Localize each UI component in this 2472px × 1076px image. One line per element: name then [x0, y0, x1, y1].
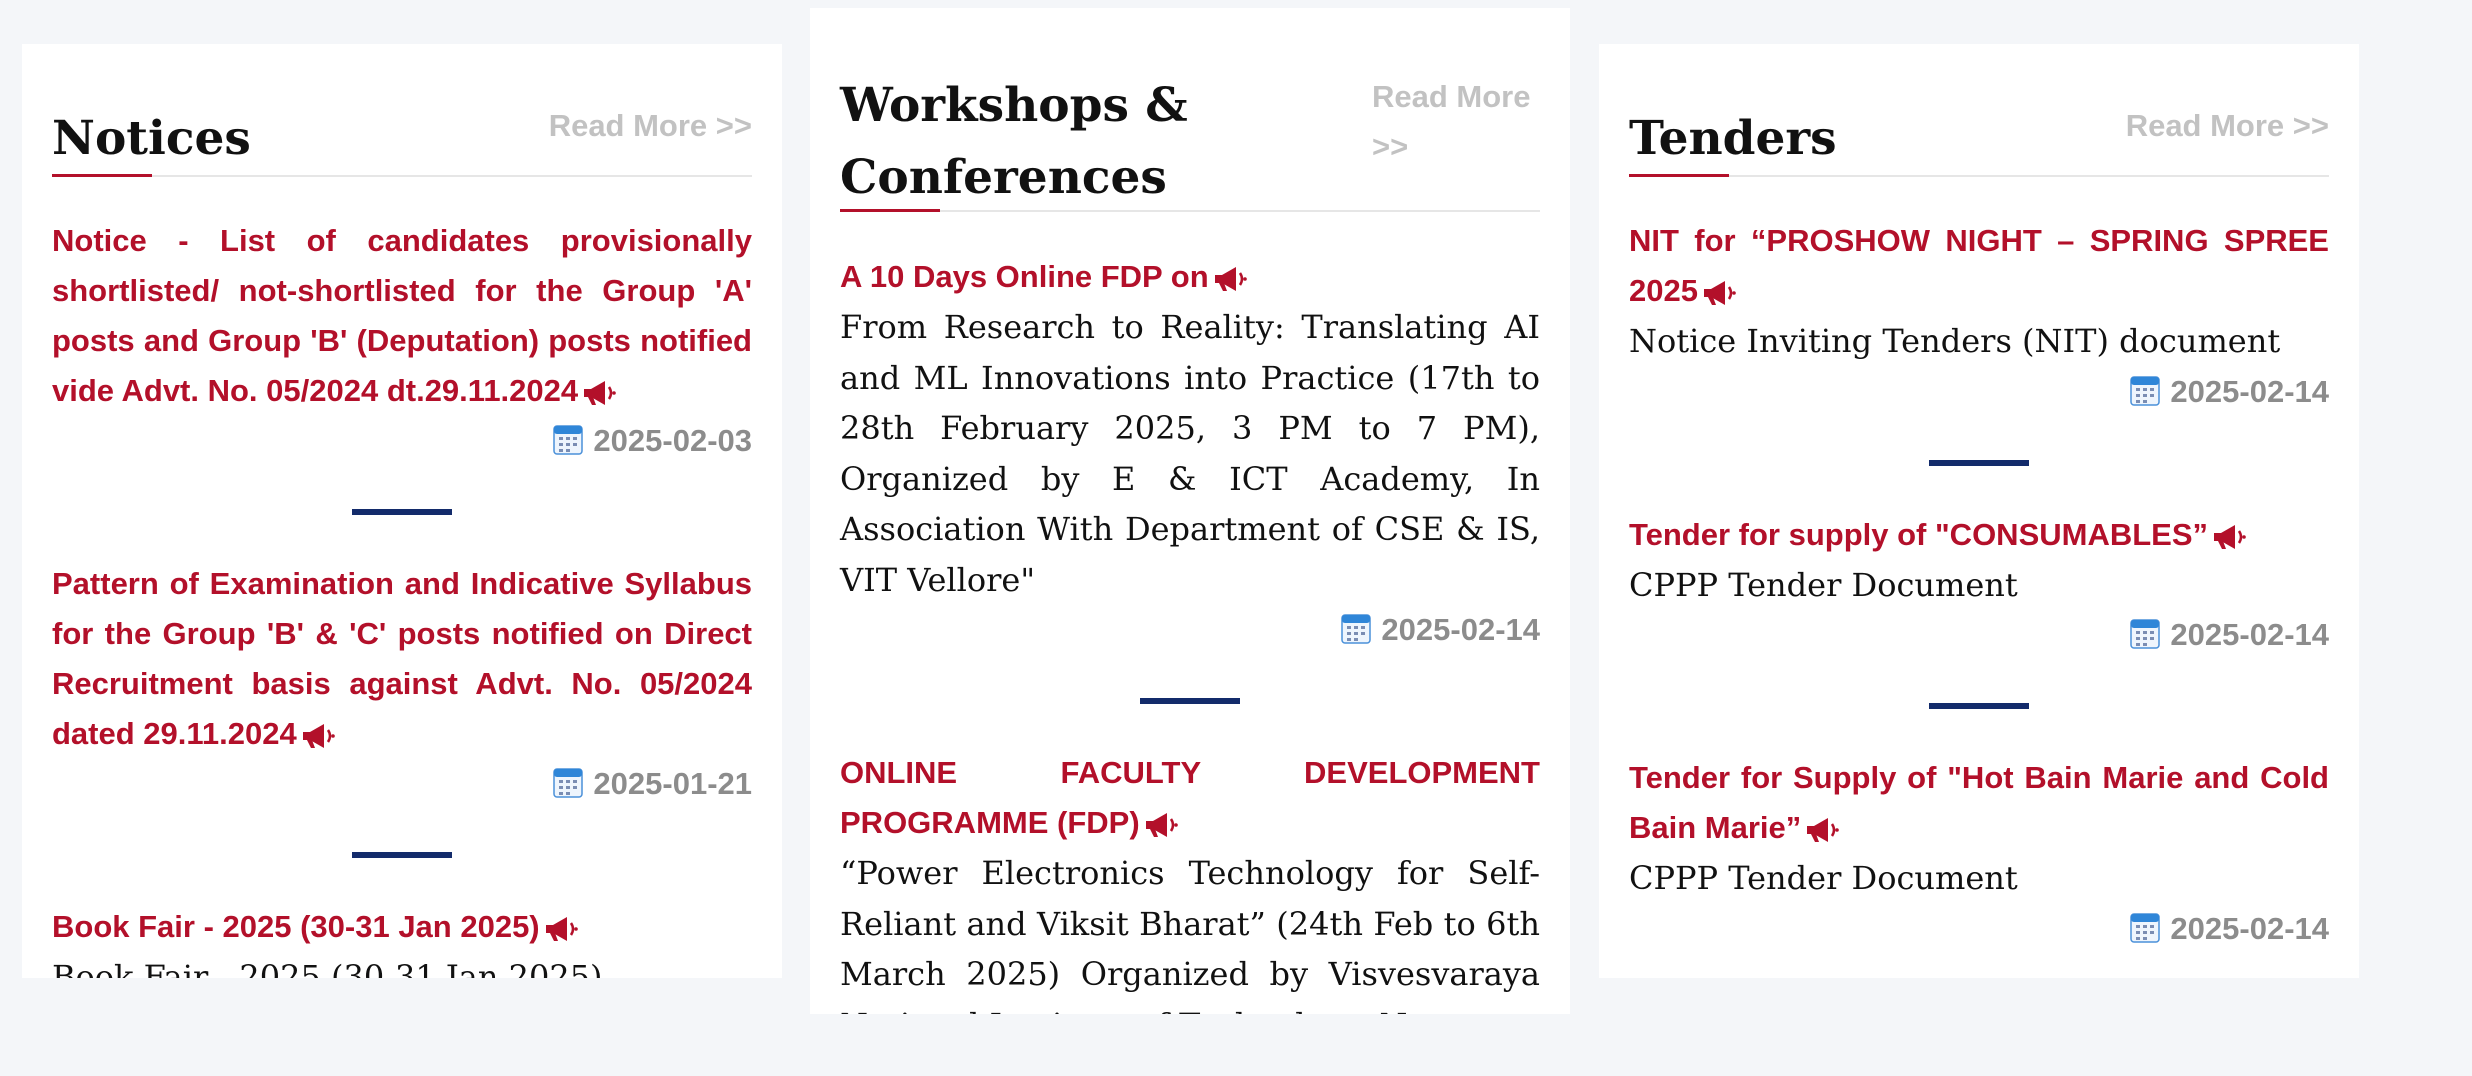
tender-description: Notice Inviting Tenders (NIT) document: [1629, 322, 2281, 360]
separator: [1929, 703, 2029, 709]
workshop-date: 2025-02-14: [840, 605, 1540, 655]
notice-title-link[interactable]: Pattern of Examination and Indicative Sy…: [52, 559, 752, 759]
list-item: Tender for Supply of "Hot Bain Marie and…: [1629, 753, 2329, 954]
separator: [352, 509, 452, 515]
notice-date: 2025-01-21: [52, 759, 752, 809]
read-more-arrows: >>: [1372, 129, 1409, 164]
workshops-header: Workshops & Conferences Read More >>: [840, 70, 1540, 212]
tenders-header: Tenders Read More >>: [1629, 105, 2329, 177]
calendar-icon: [2130, 375, 2161, 406]
calendar-icon: [2130, 619, 2161, 649]
workshop-title-link[interactable]: ONLINE FACULTY DEVELOPMENT PROGRAMME (FD…: [840, 748, 1540, 848]
notices-card: Notices Read More >> Notice - List of ca…: [22, 44, 782, 978]
tender-title-link[interactable]: Tender for supply of "CONSUMABLES”: [1629, 510, 2329, 560]
calendar-icon: [2130, 912, 2161, 943]
list-item: A 10 Days Online FDP on From Research to…: [840, 252, 1540, 655]
read-more-text: Read More: [1372, 79, 1531, 114]
tenders-read-more-link[interactable]: Read More >>: [2126, 101, 2329, 151]
notice-description: Book Fair - 2025 (30-31 Jan 2025): [52, 958, 603, 978]
list-item: Tender for supply of "CONSUMABLES” CPPP …: [1629, 510, 2329, 661]
workshops-read-more-link[interactable]: Read More >>: [1372, 72, 1540, 172]
title-underline: [52, 174, 152, 177]
tender-date: 2025-02-14: [1629, 610, 2329, 660]
megaphone-icon: [302, 724, 335, 748]
separator: [352, 852, 452, 858]
tender-description: CPPP Tender Document: [1629, 859, 2018, 897]
megaphone-icon: [1703, 281, 1736, 305]
notices-read-more-link[interactable]: Read More >>: [549, 101, 752, 151]
tender-description: CPPP Tender Document: [1629, 565, 2018, 604]
workshop-description: “Power Electronics Technology for Self-R…: [840, 854, 1540, 1014]
workshop-description: From Research to Reality: Translating AI…: [840, 308, 1540, 599]
separator: [1140, 698, 1240, 704]
megaphone-icon: [584, 381, 616, 405]
title-underline: [840, 209, 940, 212]
title-underline: [1629, 174, 1729, 177]
tender-date: 2025-02-14: [1629, 367, 2329, 417]
megaphone-icon: [1145, 813, 1178, 837]
calendar-icon: [1341, 614, 1372, 644]
notice-date: 2025-02-03: [52, 416, 752, 466]
workshops-card: Workshops & Conferences Read More >> A 10…: [810, 8, 1570, 1014]
tenders-card: Tenders Read More >> NIT for “PROSHOW NI…: [1599, 44, 2359, 978]
tender-title-link[interactable]: Tender for Supply of "Hot Bain Marie and…: [1629, 753, 2329, 853]
list-item: Book Fair - 2025 (30-31 Jan 2025) Book F…: [52, 902, 752, 978]
calendar-icon: [553, 768, 584, 798]
notice-title-link[interactable]: Book Fair - 2025 (30-31 Jan 2025): [52, 902, 752, 952]
notice-title-link[interactable]: Notice - List of candidates provisionall…: [52, 216, 752, 416]
separator: [1929, 459, 2029, 466]
workshop-title-link[interactable]: A 10 Days Online FDP on: [840, 252, 1540, 302]
notices-header: Notices Read More >>: [52, 105, 752, 177]
list-item: NIT for “PROSHOW NIGHT – SPRING SPREE 20…: [1629, 216, 2329, 417]
megaphone-icon: [2214, 524, 2246, 549]
megaphone-icon: [545, 917, 578, 941]
calendar-icon: [553, 425, 584, 455]
megaphone-icon: [1214, 267, 1247, 291]
megaphone-icon: [1807, 818, 1840, 842]
list-item: Pattern of Examination and Indicative Sy…: [52, 559, 752, 809]
tender-title-link[interactable]: NIT for “PROSHOW NIGHT – SPRING SPREE 20…: [1629, 216, 2329, 316]
list-item: Notice - List of candidates provisionall…: [52, 216, 752, 466]
tender-date: 2025-02-14: [1629, 904, 2329, 954]
list-item: ONLINE FACULTY DEVELOPMENT PROGRAMME (FD…: [840, 748, 1540, 1014]
